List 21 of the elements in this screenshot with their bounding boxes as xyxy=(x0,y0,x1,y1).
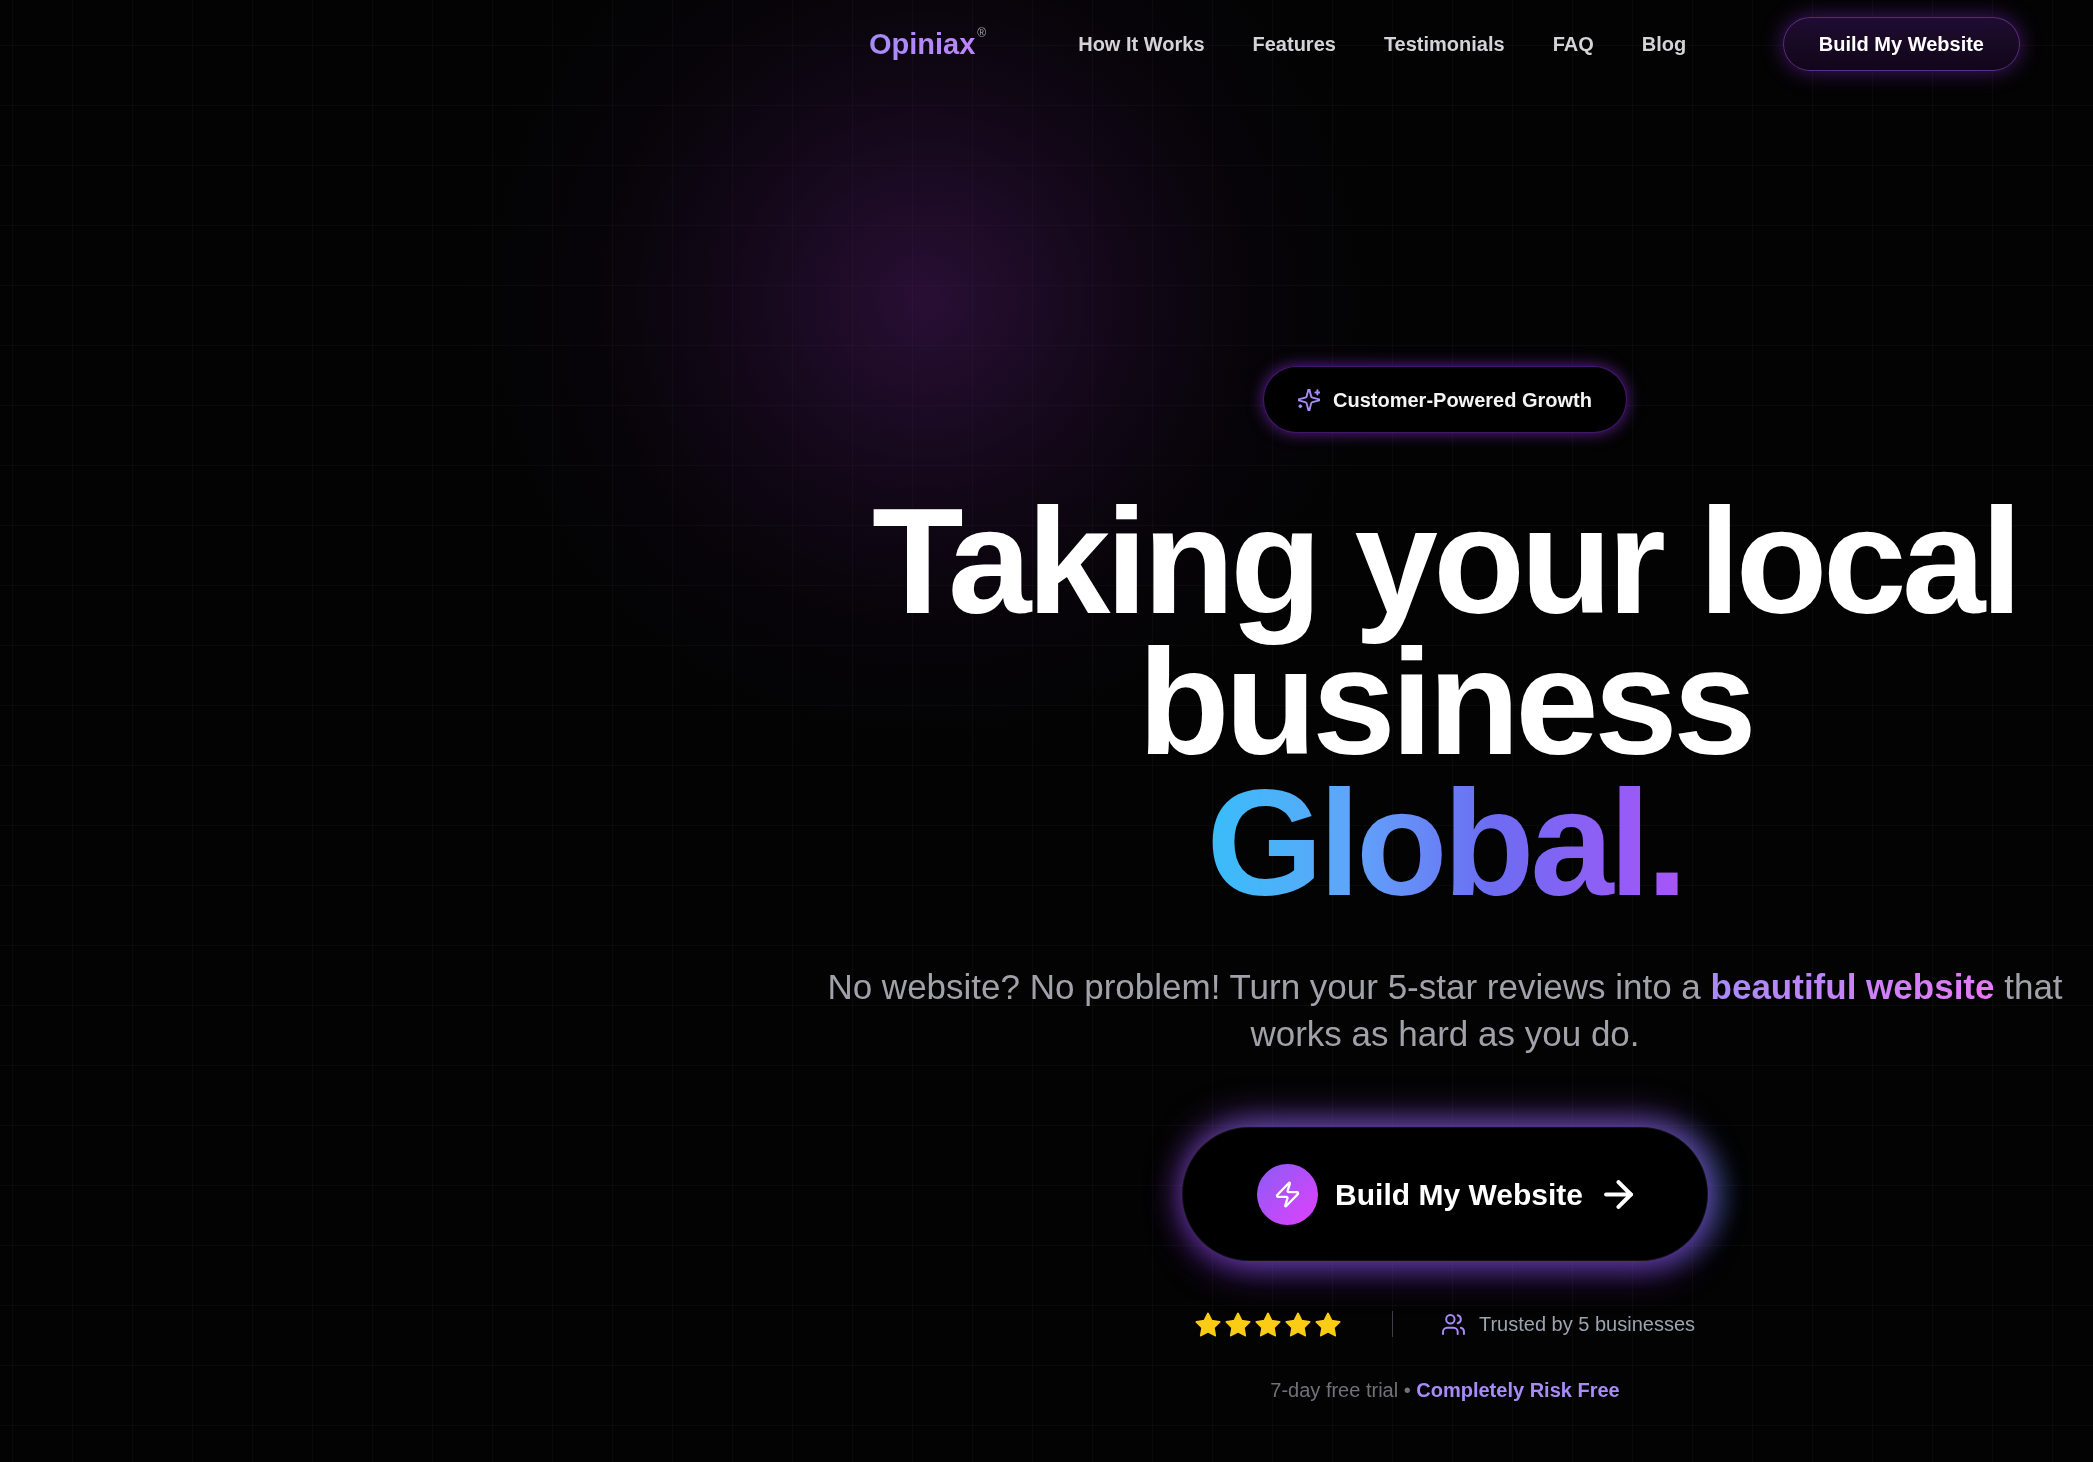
sparkle-icon xyxy=(1298,388,1321,411)
build-website-cta[interactable]: Build My Website xyxy=(1182,1127,1708,1261)
hero-subtitle: No website? No problem! Turn your 5-star reviews into a beautiful website that works as hard as you do. xyxy=(826,966,2064,1055)
people-icon xyxy=(1441,1313,1465,1335)
star-icon xyxy=(1194,1311,1221,1337)
hero-headline: Taking your local business Global. xyxy=(871,491,2019,914)
nav-link[interactable]: Features xyxy=(1252,29,1336,59)
star-icon xyxy=(1254,1311,1281,1337)
star-icon xyxy=(1284,1311,1311,1337)
nav-link[interactable]: FAQ xyxy=(1552,29,1594,59)
lightning-icon xyxy=(1257,1163,1319,1225)
nav-link[interactable]: Blog xyxy=(1641,29,1687,59)
nav-link[interactable]: How It Works xyxy=(1078,29,1205,59)
trial-note: 7-day free trial • Completely Risk Free xyxy=(1270,1378,1620,1403)
star-icon xyxy=(1314,1311,1341,1337)
tagline-text: Customer-Powered Growth xyxy=(1333,387,1592,413)
star-icon xyxy=(1224,1311,1251,1337)
trusted-text: Trusted by 5 businesses xyxy=(1478,1312,1695,1337)
nav-link[interactable]: Testimonials xyxy=(1383,29,1505,59)
brand-logo[interactable]: Opiniax$^{®}$ xyxy=(869,26,987,62)
build-website-button[interactable]: Build My Website xyxy=(1782,17,2020,71)
